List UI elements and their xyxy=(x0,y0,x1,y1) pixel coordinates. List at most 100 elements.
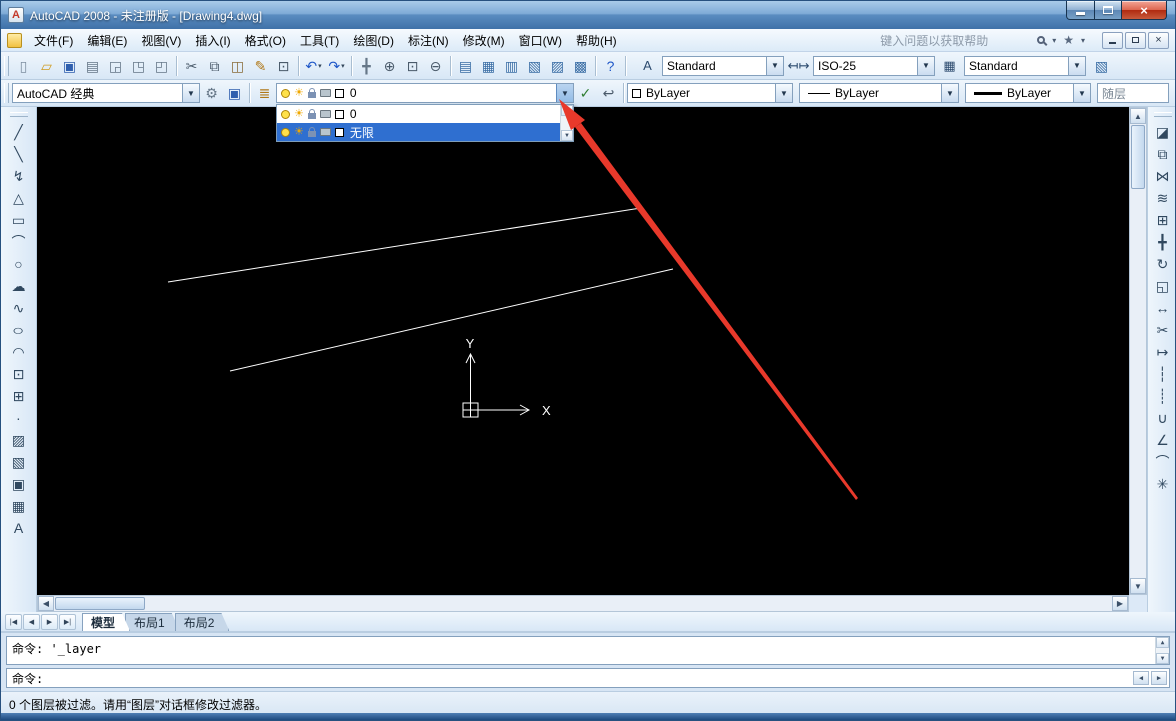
lineweight-dropdown-icon[interactable]: ▼ xyxy=(1073,84,1090,102)
layer-color-swatch[interactable] xyxy=(335,89,344,98)
table-style-combo[interactable]: Standard ▼ xyxy=(964,56,1086,76)
construction-line-icon[interactable]: ╲ xyxy=(7,143,31,165)
workspace-dropdown-icon[interactable]: ▼ xyxy=(182,84,199,102)
color-dropdown-icon[interactable]: ▼ xyxy=(775,84,792,102)
zoom-previous-icon[interactable]: ⊖ xyxy=(424,55,447,77)
toolbar-grip[interactable] xyxy=(1154,112,1172,117)
insert-block-icon[interactable]: ⊡ xyxy=(7,363,31,385)
command-scrollbar[interactable]: ▲ ▼ xyxy=(1155,637,1169,664)
menu-item[interactable]: 格式(O) xyxy=(238,29,293,52)
designcenter-icon[interactable]: ▦ xyxy=(477,55,500,77)
offset-icon[interactable]: ≋ xyxy=(1151,187,1175,209)
trim-icon[interactable]: ✂ xyxy=(1151,319,1175,341)
undo-icon[interactable]: ↶▾ xyxy=(302,55,325,77)
color-combo[interactable]: ByLayer ▼ xyxy=(627,83,793,103)
tab-nav-next-button[interactable]: ▶ xyxy=(41,614,58,630)
layout-tab[interactable]: 模型 xyxy=(82,613,130,631)
mtext-icon[interactable]: A xyxy=(7,517,31,539)
layer-row[interactable]: ☀无限 xyxy=(277,123,560,141)
cut-icon[interactable]: ✂ xyxy=(180,55,203,77)
make-object-layer-current-icon[interactable]: ✓ xyxy=(574,82,597,104)
dropdown-arrow-icon[interactable]: ▾ xyxy=(341,62,345,70)
tool-palettes-icon[interactable]: ▥ xyxy=(500,55,523,77)
scroll-left-icon[interactable]: ◀ xyxy=(1133,671,1149,685)
menu-item[interactable]: 修改(M) xyxy=(456,29,512,52)
layer-lock-icon[interactable] xyxy=(308,113,316,119)
layer-freeze-icon[interactable]: ☀ xyxy=(294,127,304,138)
break-icon[interactable]: ┊ xyxy=(1151,385,1175,407)
vertical-scroll-thumb[interactable] xyxy=(1131,125,1145,189)
sheet-set-manager-icon[interactable]: ▧ xyxy=(523,55,546,77)
plot-style-combo[interactable]: 随层 xyxy=(1097,83,1169,103)
layer-row[interactable]: ☀0 xyxy=(277,105,560,123)
toolbar-grip[interactable] xyxy=(10,112,28,117)
search-dropdown-icon[interactable]: ▾ xyxy=(1052,36,1056,45)
scroll-up-icon[interactable]: ▲ xyxy=(1130,108,1146,124)
layer-color-swatch[interactable] xyxy=(335,110,344,119)
table-style-dropdown-icon[interactable]: ▼ xyxy=(1068,57,1085,75)
layer-plot-icon[interactable] xyxy=(320,89,331,97)
explode-icon[interactable]: ✳ xyxy=(1151,473,1175,495)
linetype-dropdown-icon[interactable]: ▼ xyxy=(941,84,958,102)
redo-icon[interactable]: ↷▾ xyxy=(325,55,348,77)
search-icon[interactable] xyxy=(1037,36,1045,44)
menu-item[interactable]: 编辑(E) xyxy=(80,29,134,52)
layer-properties-manager-icon[interactable]: ≣ xyxy=(253,82,276,104)
make-block-icon[interactable]: ⊞ xyxy=(7,385,31,407)
layer-plot-icon[interactable] xyxy=(320,128,331,136)
stretch-icon[interactable]: ↔ xyxy=(1151,297,1175,319)
break-at-point-icon[interactable]: ┆ xyxy=(1151,363,1175,385)
minimize-button[interactable] xyxy=(1066,1,1095,20)
help-icon[interactable]: ? xyxy=(599,55,622,77)
erase-icon[interactable]: ◪ xyxy=(1151,121,1175,143)
extend-icon[interactable]: ↦ xyxy=(1151,341,1175,363)
dim-style-dropdown-icon[interactable]: ▼ xyxy=(917,57,934,75)
tab-nav-first-button[interactable]: |◀ xyxy=(5,614,22,630)
layer-on-icon[interactable] xyxy=(281,110,290,119)
menu-item[interactable]: 视图(V) xyxy=(134,29,188,52)
layer-lock-icon[interactable] xyxy=(308,92,316,98)
layer-dropdown-icon[interactable]: ▼ xyxy=(556,84,573,102)
block-editor-icon[interactable]: ⊡ xyxy=(272,55,295,77)
open-file-icon[interactable]: ▱ xyxy=(35,55,58,77)
layer-freeze-icon[interactable]: ☀ xyxy=(294,88,304,99)
revision-cloud-icon[interactable]: ☁ xyxy=(7,275,31,297)
menu-item[interactable]: 文件(F) xyxy=(27,29,80,52)
menu-item[interactable]: 绘图(D) xyxy=(346,29,401,52)
copy-object-icon[interactable]: ⧉ xyxy=(1151,143,1175,165)
toolbar-grip[interactable] xyxy=(4,56,9,76)
save-icon[interactable]: ▣ xyxy=(58,55,81,77)
tab-nav-prev-button[interactable]: ◀ xyxy=(23,614,40,630)
arc-icon[interactable]: ⌒ xyxy=(7,231,31,253)
doc-restore-button[interactable] xyxy=(1125,32,1146,49)
command-history[interactable]: 命令: '_layer ▲ ▼ xyxy=(6,636,1170,665)
circle-icon[interactable]: ○ xyxy=(7,253,31,275)
scroll-track[interactable] xyxy=(1130,190,1146,578)
3d-dwf-icon[interactable]: ◰ xyxy=(150,55,173,77)
properties-icon[interactable]: ▤ xyxy=(454,55,477,77)
new-file-icon[interactable]: ▯ xyxy=(12,55,35,77)
hatch-icon[interactable]: ▨ xyxy=(7,429,31,451)
scroll-right-icon[interactable]: ▶ xyxy=(1151,671,1167,685)
scroll-up-icon[interactable]: ▲ xyxy=(1156,637,1169,648)
drawn-line[interactable] xyxy=(230,269,673,371)
rotate-icon[interactable]: ↻ xyxy=(1151,253,1175,275)
tab-nav-last-button[interactable]: ▶| xyxy=(59,614,76,630)
drawn-line[interactable] xyxy=(168,208,641,282)
plot-icon[interactable]: ▤ xyxy=(81,55,104,77)
favorites-icon[interactable]: ★ xyxy=(1063,33,1074,47)
spline-icon[interactable]: ∿ xyxy=(7,297,31,319)
ellipse-arc-icon[interactable]: ◠ xyxy=(7,341,31,363)
layer-list-scrollbar[interactable]: ▲ ▼ xyxy=(560,105,573,141)
scroll-down-icon[interactable]: ▼ xyxy=(561,130,573,141)
scroll-up-icon[interactable]: ▲ xyxy=(561,105,573,116)
layer-on-icon[interactable] xyxy=(281,128,290,137)
layer-color-swatch[interactable] xyxy=(335,128,344,137)
point-icon[interactable]: ∙ xyxy=(7,407,31,429)
close-button[interactable]: × xyxy=(1122,1,1167,20)
rectangle-icon[interactable]: ▭ xyxy=(7,209,31,231)
fillet-icon[interactable]: ⌒ xyxy=(1151,451,1175,473)
polyline-icon[interactable]: ↯ xyxy=(7,165,31,187)
layer-lock-icon[interactable] xyxy=(308,131,316,137)
layer-freeze-icon[interactable]: ☀ xyxy=(294,109,304,120)
